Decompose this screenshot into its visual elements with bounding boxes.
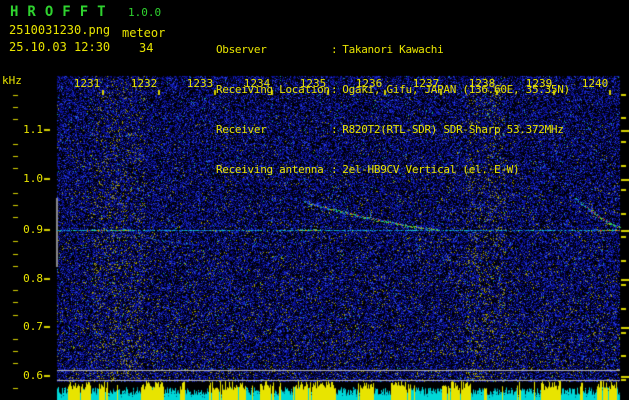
mode-label: meteor: [122, 26, 166, 40]
info-row-antenna: Receiving antenna:2el-HB9CV Vertical (el…: [178, 149, 570, 176]
colon: :: [330, 43, 338, 56]
time-tick-label: 1240: [581, 77, 609, 90]
freq-tick-label: 0.8: [23, 272, 43, 285]
observation-datetime: 25.10.03 12:30: [9, 40, 111, 54]
time-tick-label: 1234: [243, 77, 271, 90]
freq-tick-label: 0.6: [23, 369, 43, 382]
time-tick-label: 1233: [186, 77, 214, 90]
colon: :: [330, 123, 338, 136]
meteor-count: 34: [139, 41, 154, 55]
time-tick-label: 1238: [468, 77, 496, 90]
time-tick-label: 1231: [73, 77, 101, 90]
freq-tick-label: 0.7: [23, 320, 43, 333]
station-info: Observer: Takanori Kawachi Receiving Loca…: [178, 3, 570, 189]
info-label: Receiver: [215, 123, 267, 136]
info-value: R820T2(RTL-SDR) SDR-Sharp 53.372MHz: [342, 123, 564, 136]
app-title: HROFFT: [10, 4, 115, 20]
time-tick-label: 1232: [130, 77, 158, 90]
info-row-observer: Observer: Takanori Kawachi: [178, 29, 570, 56]
freq-tick-label: 0.9: [23, 223, 43, 236]
info-label: Receiving antenna: [215, 163, 324, 176]
app-version: 1.0.0: [128, 6, 162, 19]
info-value: 2el-HB9CV Vertical (el. E-W): [342, 163, 520, 176]
freq-tick-label: 1.1: [23, 123, 43, 136]
time-tick-label: 1236: [355, 77, 383, 90]
time-tick-label: 1237: [412, 77, 440, 90]
time-tick-label: 1235: [299, 77, 327, 90]
info-value: Takanori Kawachi: [342, 43, 444, 56]
time-tick-label: 1239: [525, 77, 553, 90]
colon: :: [330, 163, 338, 176]
freq-axis-unit: kHz: [2, 74, 22, 87]
hrofft-output-image: HROFFT 1.0.0 2510031230.png meteor 25.10…: [0, 0, 629, 400]
output-filename: 2510031230.png: [9, 23, 111, 37]
freq-tick-label: 1.0: [23, 172, 43, 185]
info-label: Observer: [215, 43, 267, 56]
info-row-receiver: Receiver: R820T2(RTL-SDR) SDR-Sharp 53.37…: [178, 109, 570, 136]
